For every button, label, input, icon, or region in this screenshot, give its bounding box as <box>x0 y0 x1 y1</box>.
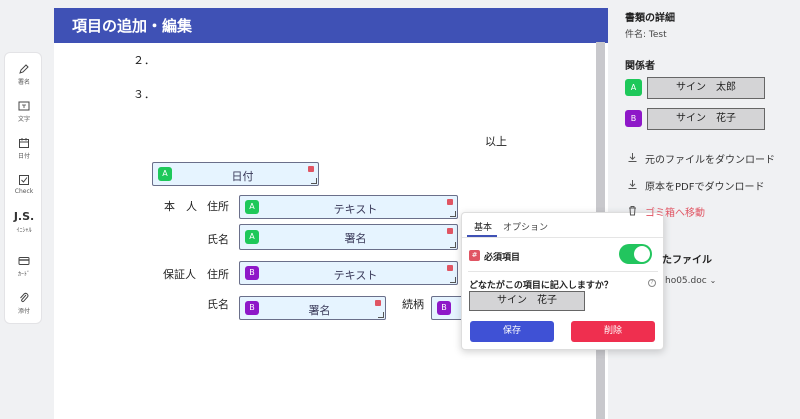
parties-title: 関係者 <box>625 61 655 72</box>
signer-b-name[interactable]: サイン 花子 <box>647 108 765 130</box>
files-title: たファイル <box>662 255 712 266</box>
paperclip-icon <box>20 292 29 303</box>
field-label: テキスト <box>333 269 378 282</box>
trash-icon <box>629 206 636 216</box>
document-text-item2: ２． <box>133 54 155 67</box>
initials-tool[interactable]: J.S. ｲﾆｼｬﾙ <box>5 210 43 235</box>
resize-handle[interactable] <box>378 312 384 318</box>
document-header: 項目の追加・編集 <box>54 8 608 43</box>
check-tool-label: Check <box>14 188 34 195</box>
document-text-ijou: 以上 <box>485 135 507 148</box>
signature-tool[interactable]: 署名 <box>5 63 43 86</box>
divider <box>468 271 658 272</box>
signer-badge: A <box>158 167 172 181</box>
date-tool-label: 日付 <box>17 153 30 160</box>
download-pdf-label: 原本をPDFでダウンロード <box>645 182 765 193</box>
tab-options[interactable]: オプション <box>503 220 548 233</box>
move-to-trash-label: ゴミ箱へ移動 <box>645 208 705 219</box>
checkbox-icon <box>19 175 29 185</box>
tabs-divider <box>462 237 663 238</box>
field-label: 署名 <box>344 232 367 245</box>
download-original-label: 元のファイルをダウンロード <box>645 155 775 166</box>
document-text-jusho2: 住所 <box>207 268 229 281</box>
resize-handle[interactable] <box>450 277 456 283</box>
download-icon <box>628 180 637 189</box>
document-text-item3: ３． <box>133 88 155 101</box>
required-label: 必須項目 <box>484 253 521 263</box>
signer-question: どなたがこの項目に記入しますか？ <box>469 281 613 291</box>
page-title: 項目の追加・編集 <box>72 17 193 35</box>
signature-field[interactable]: A 署名 <box>239 224 458 250</box>
delete-button[interactable]: 削除 <box>571 321 655 342</box>
text-field[interactable]: A テキスト <box>239 195 458 219</box>
remove-icon[interactable] <box>308 166 314 172</box>
signer-a-name[interactable]: サイン 太郎 <box>647 77 765 99</box>
signature-field[interactable]: B 署名 <box>239 296 386 320</box>
signer-badge: B <box>245 266 259 280</box>
text-tool-label: 文字 <box>17 116 30 123</box>
field-label: 署名 <box>308 304 331 317</box>
remove-icon[interactable] <box>447 265 453 271</box>
help-icon[interactable]: ? <box>648 279 656 287</box>
signer-b-badge: B <box>625 110 642 127</box>
active-tab-indicator <box>467 235 497 237</box>
signer-badge: A <box>245 230 259 244</box>
required-toggle[interactable] <box>619 244 652 264</box>
card-icon <box>18 257 30 265</box>
file-name-text: ho05.doc <box>665 276 707 286</box>
date-field[interactable]: A 日付 <box>152 162 319 186</box>
attachment-tool-label: 添付 <box>17 308 30 315</box>
resize-handle[interactable] <box>450 211 456 217</box>
toggle-knob <box>634 246 650 262</box>
initials-tool-label: ｲﾆｼｬﾙ <box>16 227 32 234</box>
remove-icon[interactable] <box>447 199 453 205</box>
signer-a-badge: A <box>625 79 642 96</box>
save-button[interactable]: 保存 <box>470 321 554 342</box>
document-text-shimei1: 氏名 <box>207 233 229 246</box>
document-text-jusho1: 住所 <box>207 200 229 213</box>
resize-handle[interactable] <box>311 178 317 184</box>
text-field[interactable]: B テキスト <box>239 261 458 285</box>
details-title: 書類の詳細 <box>625 13 675 24</box>
pen-icon <box>19 64 29 74</box>
field-settings-popup: 基本 オプション # 必須項目 どなたがこの項目に記入しますか？ ? サイン 花… <box>461 212 664 350</box>
check-tool[interactable]: Check <box>5 174 43 195</box>
download-icon <box>628 153 637 162</box>
resize-handle[interactable] <box>450 242 456 248</box>
text-tool[interactable]: 文字 <box>5 100 43 123</box>
card-tool[interactable]: ｶｰﾄﾞ <box>5 255 43 278</box>
date-tool[interactable]: 日付 <box>5 137 43 160</box>
field-toolbar: 署名 文字 日付 Check J.S. ｲﾆｼｬﾙ ｶｰﾄﾞ 添付 <box>4 52 42 324</box>
remove-icon[interactable] <box>375 300 381 306</box>
required-icon: # <box>469 250 480 261</box>
calendar-icon <box>19 138 29 148</box>
subject-line: 件名: Test <box>625 30 667 40</box>
signature-tool-label: 署名 <box>17 79 30 86</box>
tab-basic[interactable]: 基本 <box>474 220 492 233</box>
field-label: テキスト <box>333 203 378 216</box>
chevron-down-icon: ⌄ <box>709 276 717 285</box>
document-text-honnin: 本 人 <box>164 200 197 213</box>
attachment-tool[interactable]: 添付 <box>5 292 43 315</box>
field-label: 日付 <box>231 170 254 183</box>
relationship-field[interactable]: B <box>431 296 465 320</box>
card-tool-label: ｶｰﾄﾞ <box>17 271 30 278</box>
remove-icon[interactable] <box>447 228 453 234</box>
document-text-hoshounin: 保証人 <box>163 268 196 281</box>
signer-badge: B <box>245 301 259 315</box>
initials-icon: J.S. <box>13 210 35 223</box>
signer-badge: B <box>437 301 451 315</box>
text-box-icon <box>18 101 30 111</box>
signer-select[interactable]: サイン 花子 <box>469 291 585 311</box>
signer-badge: A <box>245 200 259 214</box>
document-text-shimei2: 氏名 <box>207 298 229 311</box>
file-name[interactable]: ho05.doc ⌄ <box>665 276 716 286</box>
document-text-zokugara: 続柄 <box>402 298 424 311</box>
